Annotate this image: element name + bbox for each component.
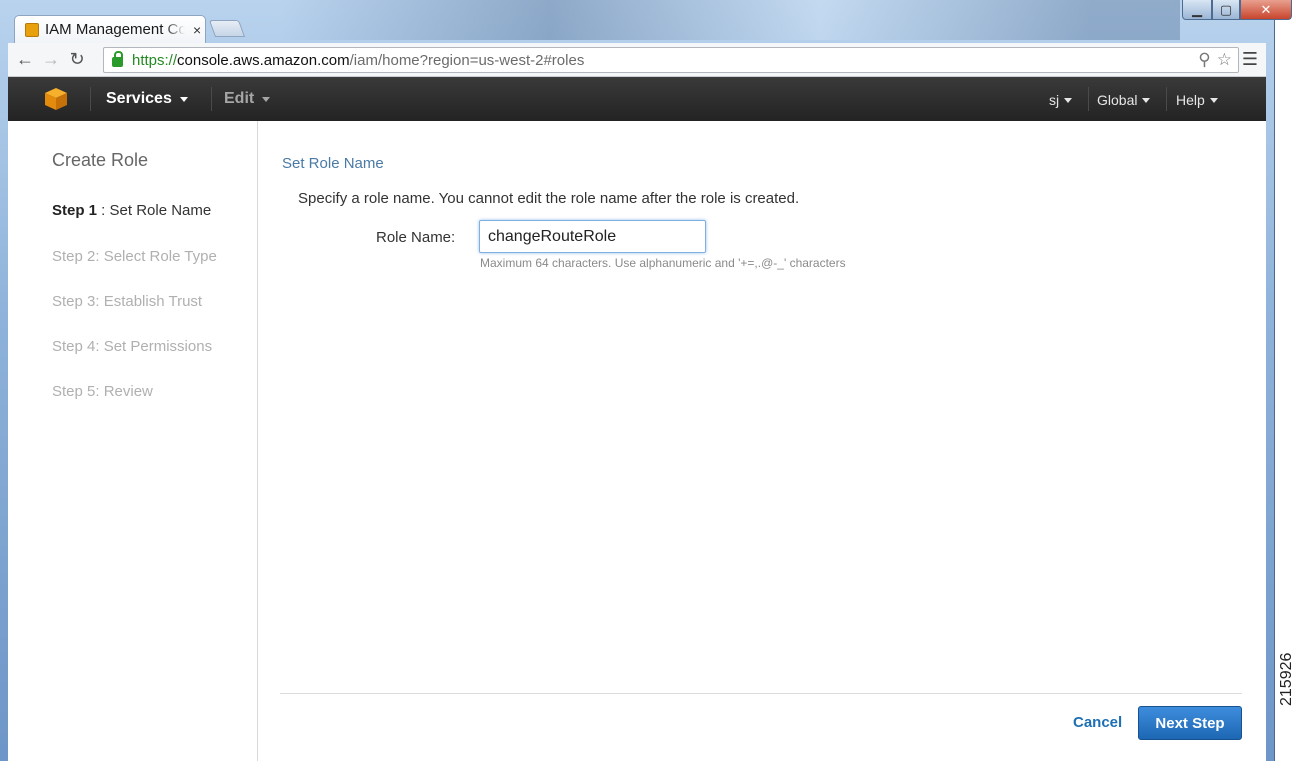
chevron-down-icon	[262, 96, 271, 102]
role-name-label: Role Name:	[376, 229, 456, 246]
help-label: Help	[1176, 92, 1205, 108]
url-path: /iam/home?region=us-west-2#roles	[349, 51, 585, 69]
page-bottom-edge	[0, 761, 1296, 768]
chevron-down-icon	[179, 96, 188, 102]
services-label: Services	[106, 90, 172, 107]
chevron-down-icon	[1064, 97, 1073, 103]
edit-label: Edit	[224, 90, 255, 107]
figure-id: 215926	[1278, 652, 1295, 706]
address-bar[interactable]: https://console.aws.amazon.com/iam/home?…	[103, 47, 1239, 73]
nav-divider	[1088, 87, 1089, 111]
back-arrow-icon[interactable]: ←	[12, 47, 38, 73]
aws-cube-logo-icon[interactable]	[44, 87, 68, 111]
chevron-down-icon	[1142, 97, 1151, 103]
section-title: Set Role Name	[282, 155, 384, 172]
wizard-step-active: Step 1 : Set Role Name	[52, 202, 211, 219]
aws-navbar: Services Edit sj Global Help	[8, 77, 1266, 121]
browser-tab[interactable]: IAM Management Co ×	[14, 15, 206, 43]
wizard-step: Step 5: Review	[52, 383, 153, 400]
aws-favicon-icon	[25, 22, 39, 37]
user-label: sj	[1049, 92, 1060, 108]
forward-arrow-icon[interactable]: →	[38, 47, 64, 73]
maximize-button[interactable]: ▢	[1212, 0, 1240, 20]
cancel-link[interactable]: Cancel	[1073, 714, 1122, 731]
footer-divider	[280, 693, 1242, 694]
description-text: Specify a role name. You cannot edit the…	[298, 190, 800, 207]
close-tab-icon[interactable]: ×	[193, 22, 201, 38]
new-tab-button[interactable]	[208, 20, 246, 37]
page-content: Create Role Step 1 : Set Role Name Step …	[8, 121, 1266, 761]
active-step-label: : Set Role Name	[97, 202, 212, 219]
edit-menu[interactable]: Edit	[224, 90, 271, 108]
close-window-button[interactable]: ✕	[1240, 0, 1292, 20]
wizard-main: Set Role Name Specify a role name. You c…	[258, 121, 1266, 761]
role-name-input[interactable]	[479, 220, 706, 253]
lock-icon	[112, 51, 123, 67]
nav-divider	[1166, 87, 1167, 111]
star-icon[interactable]: ☆	[1217, 50, 1232, 70]
browser-toolbar: ← → ↻ https://console.aws.amazon.com/iam…	[8, 43, 1266, 77]
next-step-button[interactable]: Next Step	[1138, 706, 1242, 740]
reload-icon[interactable]: ↻	[64, 47, 90, 73]
wizard-step: Step 2: Select Role Type	[52, 248, 217, 265]
active-step-number: Step 1	[52, 202, 98, 219]
nav-divider	[211, 87, 212, 111]
nav-divider	[90, 87, 91, 111]
wizard-title: Create Role	[52, 150, 149, 170]
wizard-step: Step 4: Set Permissions	[52, 338, 213, 355]
wizard-sidebar: Create Role Step 1 : Set Role Name Step …	[8, 121, 258, 761]
tab-title: IAM Management Co	[45, 21, 185, 38]
minimize-button[interactable]: ▁	[1182, 0, 1212, 20]
wizard-step: Step 3: Establish Trust	[52, 293, 203, 310]
help-menu[interactable]: Help	[1176, 92, 1218, 108]
role-name-hint: Maximum 64 characters. Use alphanumeric …	[480, 256, 846, 270]
region-menu[interactable]: Global	[1097, 92, 1151, 108]
services-menu[interactable]: Services	[106, 90, 188, 108]
url-host: console.aws.amazon.com	[177, 51, 350, 69]
window-controls: ▁ ▢ ✕	[1182, 0, 1292, 20]
url-scheme: https://	[132, 51, 178, 69]
region-label: Global	[1097, 92, 1138, 108]
menu-icon[interactable]: ☰	[1242, 49, 1258, 70]
chevron-down-icon	[1209, 97, 1218, 103]
user-menu[interactable]: sj	[1049, 92, 1073, 108]
zoom-icon[interactable]: ⚲	[1198, 50, 1210, 70]
